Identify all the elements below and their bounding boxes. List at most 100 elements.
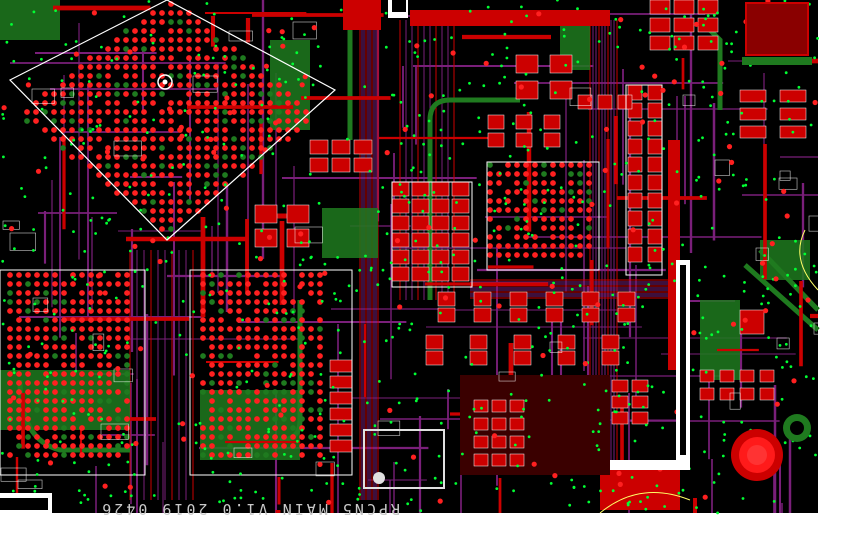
- bga-ball: [141, 91, 147, 97]
- bga-ball: [52, 299, 58, 305]
- bga-ball: [132, 118, 138, 124]
- via: [237, 346, 241, 350]
- bga-ball: [25, 371, 31, 377]
- smd-pad: [509, 291, 528, 307]
- bga-ball: [60, 145, 66, 151]
- bga-ball: [195, 100, 201, 106]
- via: [798, 446, 802, 450]
- bga-ball: [254, 299, 260, 305]
- via: [604, 389, 608, 393]
- smd-pad: [515, 54, 539, 74]
- bga-ball: [263, 344, 269, 350]
- smd-pad: [254, 228, 278, 248]
- bga-ball: [568, 171, 574, 177]
- bga-ball: [240, 163, 246, 169]
- bga-ball: [105, 127, 111, 133]
- bga-ball: [16, 362, 22, 368]
- bga-ball: [168, 217, 174, 223]
- bga-ball: [218, 299, 224, 305]
- via: [614, 17, 618, 21]
- via: [505, 56, 509, 60]
- bga-ball: [285, 109, 291, 115]
- bga-ball: [308, 281, 314, 287]
- bga-ball: [70, 299, 76, 305]
- bga-ball: [123, 118, 129, 124]
- via: [151, 41, 155, 45]
- bga-ball: [186, 208, 192, 214]
- via-pad: [132, 243, 138, 249]
- bga-ball: [70, 389, 76, 395]
- smd-pad: [411, 181, 430, 197]
- via-pad: [1, 105, 7, 111]
- bga-ball: [281, 335, 287, 341]
- smd-pad: [719, 387, 735, 401]
- smd-pad: [451, 249, 470, 265]
- bga-ball: [258, 82, 264, 88]
- bga-ball: [550, 243, 556, 249]
- bga-ball: [299, 380, 305, 386]
- bga-ball: [240, 91, 246, 97]
- bga-ball: [123, 55, 129, 61]
- via-pad: [671, 79, 677, 85]
- bga-ball: [267, 100, 273, 106]
- via: [508, 154, 512, 158]
- bga-ball: [245, 299, 251, 305]
- via: [461, 142, 465, 146]
- bga-ball: [249, 82, 255, 88]
- via: [479, 285, 482, 289]
- bga-ball: [272, 335, 278, 341]
- bga-ball: [200, 299, 206, 305]
- bga-ball: [123, 154, 129, 160]
- bga-ball: [97, 407, 103, 413]
- via: [110, 59, 114, 62]
- bga-ball: [61, 380, 67, 386]
- bga-ball: [209, 443, 215, 449]
- via: [336, 464, 339, 467]
- bga-ball: [541, 207, 547, 213]
- bga-ball: [559, 225, 565, 231]
- bga-ball: [79, 272, 85, 278]
- bga-ball: [168, 64, 174, 70]
- smd-pad: [411, 232, 430, 248]
- bga-ball: [61, 308, 67, 314]
- via: [576, 60, 580, 64]
- via: [648, 266, 652, 270]
- bga-ball: [245, 389, 251, 395]
- bga-ball: [105, 109, 111, 115]
- smd-pad: [601, 334, 620, 350]
- bga-ball: [70, 317, 76, 323]
- bga-ball: [258, 127, 264, 133]
- smd-pad: [543, 132, 561, 148]
- bga-ball: [61, 326, 67, 332]
- bga-ball: [159, 217, 165, 223]
- bga-ball: [227, 416, 233, 422]
- smd-pad: [391, 198, 410, 214]
- via: [120, 441, 124, 445]
- via: [52, 312, 56, 316]
- via: [399, 100, 403, 104]
- via: [296, 439, 299, 443]
- via: [342, 419, 346, 423]
- bga-ball: [514, 234, 520, 240]
- via: [72, 138, 76, 142]
- via: [222, 142, 226, 146]
- smd-pad: [515, 132, 533, 148]
- bga-ball: [70, 380, 76, 386]
- bga-ball: [222, 118, 228, 124]
- bga-ball: [195, 190, 201, 196]
- via: [519, 188, 523, 191]
- via: [250, 369, 254, 373]
- via-pad: [150, 238, 156, 244]
- bga-ball: [105, 154, 111, 160]
- via: [427, 119, 431, 123]
- bga-ball: [123, 64, 129, 70]
- bga-ball: [213, 154, 219, 160]
- via: [288, 375, 292, 378]
- via: [470, 363, 474, 366]
- via: [638, 28, 642, 32]
- bga-ball: [16, 425, 22, 431]
- bga-ball: [168, 208, 174, 214]
- via: [3, 224, 7, 228]
- smd-pad: [543, 114, 561, 130]
- via: [88, 307, 92, 310]
